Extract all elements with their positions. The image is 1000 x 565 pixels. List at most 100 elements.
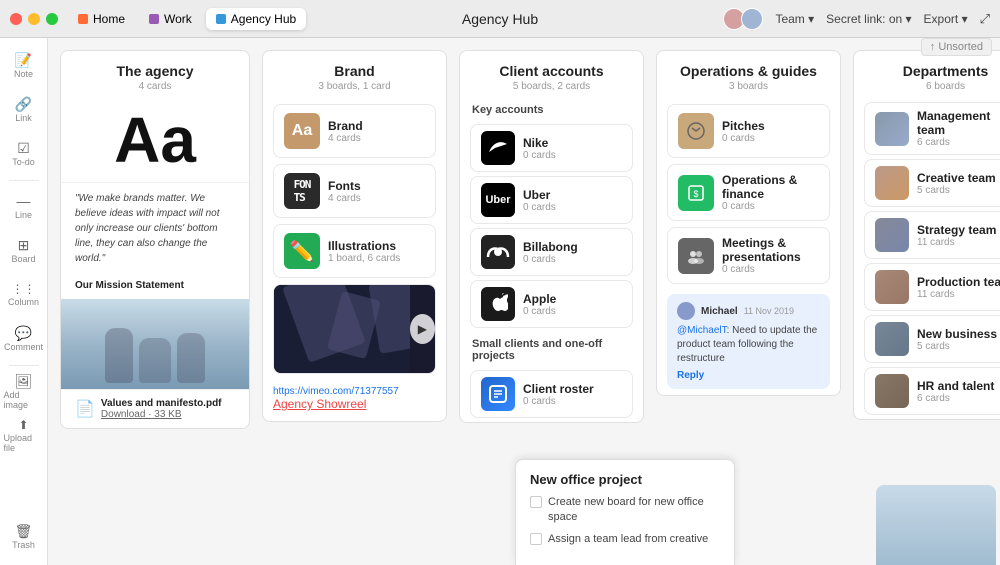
column-clients-subtitle: 5 boards, 2 cards: [474, 81, 629, 92]
sidebar-item-link[interactable]: 🔗 Link: [4, 90, 44, 130]
video-play-button[interactable]: ▶: [410, 314, 435, 344]
dept-production-info: Production team 11 cards: [917, 275, 1000, 300]
fullscreen-icon[interactable]: ⤢: [980, 11, 990, 27]
comment-reply-button[interactable]: Reply: [677, 370, 820, 381]
brand-card-fonts-inner: FONTS Fonts 4 cards: [274, 165, 435, 217]
comment-bubble: Michael 11 Nov 2019 @MichaelT: Need to u…: [667, 294, 830, 389]
dept-hr-sub: 6 cards: [917, 393, 994, 404]
sidebar-divider-1: [9, 180, 39, 181]
sidebar-item-note[interactable]: 📝 Note: [4, 46, 44, 86]
column-operations: Operations & guides 3 boards Pitches 0 c…: [656, 50, 841, 396]
ops-pitches-inner: Pitches 0 cards: [668, 105, 829, 157]
popup-item-2: Assign a team lead from creative: [530, 532, 720, 547]
dept-card-strategy[interactable]: Strategy team 11 cards: [864, 211, 1000, 259]
popup-checkbox-2[interactable]: [530, 533, 542, 545]
sidebar-item-line[interactable]: ― Line: [4, 187, 44, 227]
ops-pitches-info: Pitches 0 cards: [722, 119, 765, 144]
agency-aa-text: Aa: [75, 108, 235, 172]
ops-card-meetings[interactable]: Meetings & presentations 0 cards: [667, 227, 830, 284]
add-image-icon: 🖼: [15, 374, 33, 388]
dept-photo-creative: [875, 166, 909, 200]
dept-new-business-sub: 5 cards: [917, 341, 997, 352]
secret-link-button[interactable]: Secret link: on ▾: [826, 12, 911, 26]
video-background: [274, 285, 410, 373]
maximize-button[interactable]: [46, 13, 58, 25]
file-download-link[interactable]: Download · 33 KB: [101, 409, 222, 420]
brand-card-brand-sub: 4 cards: [328, 133, 363, 144]
brand-video-card[interactable]: ▶: [273, 284, 436, 374]
comment-icon: 💬: [15, 326, 32, 340]
sidebar-item-board[interactable]: ⊞ Board: [4, 231, 44, 271]
client-card-roster[interactable]: Client roster 0 cards: [470, 370, 633, 418]
pdf-icon: 📄: [75, 399, 95, 419]
column-brand-header: Brand 3 boards, 1 card: [263, 51, 446, 98]
new-office-popup: New office project Create new board for …: [515, 459, 735, 565]
brand-card-fonts-sub: 4 cards: [328, 193, 361, 204]
column-agency-subtitle: 4 cards: [75, 81, 235, 92]
ops-card-pitches[interactable]: Pitches 0 cards: [667, 104, 830, 158]
client-uber-info: Uber 0 cards: [523, 188, 556, 213]
sidebar-item-column[interactable]: ⋮⋮ Column: [4, 275, 44, 315]
client-card-uber[interactable]: Uber Uber 0 cards: [470, 176, 633, 224]
column-icon: ⋮⋮: [12, 283, 36, 295]
client-apple-info: Apple 0 cards: [523, 292, 556, 317]
tab-work[interactable]: Work: [139, 8, 202, 30]
dept-card-management[interactable]: Management team 6 cards: [864, 102, 1000, 155]
column-clients-header: Client accounts 5 boards, 2 cards: [460, 51, 643, 98]
client-apple-title: Apple: [523, 292, 556, 306]
popup-checkbox-1[interactable]: [530, 496, 542, 508]
ops-meetings-inner: Meetings & presentations 0 cards: [668, 228, 829, 283]
ops-card-finance[interactable]: $ Operations & finance 0 cards: [667, 164, 830, 221]
agency-photo-card[interactable]: [61, 299, 249, 389]
agency-showreel-link[interactable]: Agency Showreel: [273, 397, 436, 411]
note-icon: 📝: [15, 53, 32, 67]
comment-header: Michael 11 Nov 2019: [677, 302, 820, 320]
client-nike-sub: 0 cards: [523, 150, 556, 161]
dept-card-new-business[interactable]: New business 5 cards: [864, 315, 1000, 363]
team-button[interactable]: Team ▾: [775, 12, 814, 26]
ops-pitches-title: Pitches: [722, 119, 765, 133]
column-ops-subtitle: 3 boards: [671, 81, 826, 92]
brand-card-fonts[interactable]: FONTS Fonts 4 cards: [273, 164, 436, 218]
agency-file-card[interactable]: 📄 Values and manifesto.pdf Download · 33…: [61, 389, 249, 428]
agency-quote-card[interactable]: "We make brands matter. We believe ideas…: [61, 182, 249, 274]
dept-production-title: Production team: [917, 275, 1000, 289]
dept-new-business-info: New business 5 cards: [917, 327, 997, 352]
board-icon: ⊞: [18, 238, 30, 252]
dept-card-hr[interactable]: HR and talent 6 cards: [864, 367, 1000, 415]
client-billabong-title: Billabong: [523, 240, 578, 254]
brand-card-brand[interactable]: Aa Brand 4 cards: [273, 104, 436, 158]
person-shape-2: [139, 338, 171, 383]
popup-item-1: Create new board for new office space: [530, 495, 720, 526]
unsorted-badge[interactable]: ↑ Unsorted: [921, 38, 992, 56]
sidebar-item-todo[interactable]: ☑ To-do: [4, 134, 44, 174]
brand-card-illustrations[interactable]: ✏️ Illustrations 1 board, 6 cards: [273, 224, 436, 278]
sidebar-item-upload-file[interactable]: ⬆ Upload file: [4, 416, 44, 456]
agency-typography-card[interactable]: Aa: [61, 98, 249, 182]
ops-meetings-title: Meetings & presentations: [722, 236, 819, 264]
titlebar: Home Work Agency Hub Agency Hub Team ▾ S…: [0, 0, 1000, 38]
ops-finance-title: Operations & finance: [722, 173, 819, 201]
tab-agency-hub[interactable]: Agency Hub: [206, 8, 306, 30]
export-button[interactable]: Export ▾: [924, 12, 968, 26]
sidebar-item-add-image[interactable]: 🖼 Add image: [4, 372, 44, 412]
tab-home[interactable]: Home: [68, 8, 135, 30]
dept-card-creative[interactable]: Creative team 5 cards: [864, 159, 1000, 207]
dept-card-production[interactable]: Production team 11 cards: [864, 263, 1000, 311]
dept-photo-hr: [875, 374, 909, 408]
dept-hr-title: HR and talent: [917, 379, 994, 393]
client-nike-title: Nike: [523, 136, 556, 150]
apple-logo: [481, 287, 515, 321]
sidebar-item-comment[interactable]: 💬 Comment: [4, 319, 44, 359]
brand-video-url[interactable]: https://vimeo.com/71377557: [273, 386, 436, 397]
client-card-nike[interactable]: Nike 0 cards: [470, 124, 633, 172]
client-card-apple[interactable]: Apple 0 cards: [470, 280, 633, 328]
dept-photo-new-business: [875, 322, 909, 356]
sidebar-item-trash[interactable]: 🗑 Trash: [4, 517, 44, 557]
minimize-button[interactable]: [28, 13, 40, 25]
close-button[interactable]: [10, 13, 22, 25]
dept-creative-title: Creative team: [917, 171, 996, 185]
client-card-billabong[interactable]: Billabong 0 cards: [470, 228, 633, 276]
brand-thumb-illus: ✏️: [284, 233, 320, 269]
agency-mission-card[interactable]: Our Mission Statement: [61, 280, 249, 299]
